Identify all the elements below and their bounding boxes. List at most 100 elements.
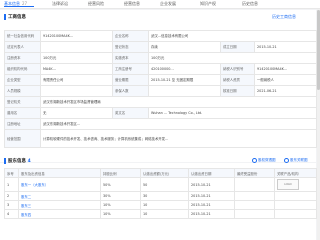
tab-risk[interactable]: 经营风险 (88, 1, 104, 7)
info-key: 法定代表人 (4, 41, 41, 53)
info-key: 统一社会信用代码 (4, 30, 41, 42)
shareholder-date: 2015-10-21 (188, 177, 235, 192)
column-header: 持股比例 (100, 168, 141, 178)
shareholder-ratio: 10% (100, 200, 141, 210)
tab-history[interactable]: 历史信息 (242, 1, 258, 7)
info-key: 核准日期 (220, 85, 255, 97)
tab-ip[interactable]: 知识产权 (200, 1, 216, 7)
info-value: 91420100MA4K... (253, 63, 318, 75)
info-value: 100万元 (147, 52, 318, 64)
company-logo: LOGO (277, 179, 299, 190)
shareholder-row[interactable]: 2 股东二 30% 30 2015-10-21 (4, 191, 317, 201)
shareholder-name[interactable]: 股东一（大股东） (18, 177, 101, 192)
info-value (148, 85, 221, 97)
shareholders-table: 序号 股东及出资信息 持股比例 认缴出资额(万元) 认缴出资日期 最终受益股份 关联产品/机… (4, 168, 317, 219)
shareholder-benefit (234, 200, 275, 210)
info-key: 营业期限 (112, 74, 149, 86)
shareholder-index: 1 (4, 177, 19, 192)
info-row: 企业类型 有限责任公司 营业期限 2015-10-21 至 无固定期限 纳税人资质 一般纳… (4, 74, 318, 86)
column-header: 关联产品/机构 (274, 168, 317, 178)
info-value: Wuhan ... Technology Co., Ltd. (147, 107, 318, 119)
logo-text: LOGO (284, 183, 292, 186)
column-header: 序号 (4, 168, 19, 178)
shareholder-index: 3 (4, 200, 19, 210)
shareholder-date: 2015-10-21 (188, 209, 235, 219)
info-key: 登记机关 (4, 96, 41, 108)
section-marker (4, 14, 6, 20)
info-value: 91420100MA4K... (40, 30, 113, 42)
shareholder-date: 2015-10-21 (188, 200, 235, 210)
info-value: 有限责任公司 (40, 74, 113, 86)
info-key: 参保人数 (112, 85, 149, 97)
info-row: 人员规模 参保人数 核准日期 2021-06-21 (4, 85, 318, 97)
info-row: 组织机构代码 MA4K... 工商注册号 420100000... 纳税人识别号 9142… (4, 63, 318, 75)
info-row: 注册地址 武汉东湖新技术开发区... (4, 118, 318, 130)
info-row: 注册资本 100万元 实缴资本 100万元 (4, 52, 318, 64)
info-value (40, 41, 113, 53)
info-key: 注册地址 (4, 118, 41, 130)
shareholder-name[interactable]: 股东四 (18, 209, 101, 219)
info-key: 曾用名 (4, 107, 41, 119)
shareholder-logo (274, 191, 317, 201)
info-key: 企业名称 (112, 30, 149, 42)
info-key: 成立日期 (220, 41, 255, 53)
shareholder-benefit (234, 191, 275, 201)
column-header: 最终受益股份 (234, 168, 275, 178)
section-marker (4, 158, 6, 164)
equity-chart-button[interactable]: 股权穿透图 (252, 157, 276, 163)
column-header: 认缴出资日期 (188, 168, 235, 178)
info-key: 组织机构代码 (4, 63, 41, 75)
info-value: 无 (40, 107, 113, 119)
shareholder-index: 2 (4, 191, 19, 201)
tab-development[interactable]: 企业发展 (160, 1, 176, 7)
shareholder-ratio: 50% (100, 177, 141, 192)
shareholder-row[interactable]: 3 股东三 10% 10 2015-10-21 (4, 200, 317, 210)
info-value (40, 85, 113, 97)
shareholder-amount: 10 (140, 209, 189, 219)
info-value: 存续 (148, 41, 221, 53)
info-row: 登记机关 武汉东湖新技术开发区市场监督管理局 (4, 96, 318, 108)
shareholders-title-text: 股东信息 (8, 159, 26, 164)
column-header: 认缴出资额(万元) (140, 168, 189, 178)
chart-icon (252, 157, 257, 163)
relation-chart-button[interactable]: 股东关联图 (284, 157, 308, 163)
info-key: 纳税人资质 (220, 74, 255, 86)
shareholder-ratio: 10% (100, 209, 141, 219)
relation-chart-label: 股东关联图 (290, 158, 308, 162)
shareholder-date: 2015-10-21 (188, 191, 235, 201)
info-key: 注册资本 (4, 52, 41, 64)
info-key: 实缴资本 (112, 52, 149, 64)
info-key: 工商注册号 (112, 63, 149, 75)
info-value: 2015-10-21 至 无固定期限 (148, 74, 221, 86)
shareholder-row[interactable]: 1 股东一（大股东） 50% 50 2015-10-21 LOGO (4, 177, 317, 192)
equity-chart-label: 股权穿透图 (258, 158, 276, 162)
info-value: 武汉东湖新技术开发区市场监督管理局 (39, 96, 318, 108)
shareholder-name[interactable]: 股东三 (18, 200, 101, 210)
shareholder-name[interactable]: 股东二 (18, 191, 101, 201)
info-value: 计算机软硬件的技术开发、技术咨询、技术服务；计算机系统集成；网络技术开发… (39, 129, 318, 148)
info-row: 法定代表人 登记状态 存续 成立日期 2015-10-21 (4, 41, 318, 53)
info-value: 100万元 (40, 52, 113, 64)
info-key: 登记状态 (112, 41, 149, 53)
info-row: 曾用名无英文名 Wuhan ... Technology Co., Ltd. (4, 107, 318, 119)
info-row: 统一社会信用代码 91420100MA4K... 企业名称 武汉…信息技术有限公司 (4, 30, 318, 42)
history-business-link[interactable]: 历史工商信息 (272, 14, 296, 20)
shareholders-title: 股东信息 4 (8, 158, 31, 164)
info-key: 纳税人识别号 (220, 63, 255, 75)
shareholder-logo: LOGO (274, 177, 317, 192)
info-value: 一般纳税人 (253, 74, 318, 86)
info-value: 武汉东湖新技术开发区... (39, 118, 318, 130)
info-key: 经营范围 (4, 129, 41, 148)
tab-legal[interactable]: 法律诉讼 (52, 1, 68, 7)
info-key: 人员规模 (4, 85, 41, 97)
info-value: 2015-10-21 (253, 41, 318, 53)
shareholder-logo (274, 209, 317, 219)
column-header: 股东及出资信息 (18, 168, 101, 178)
shareholder-row[interactable]: 4 股东四 10% 10 2015-10-21 (4, 209, 317, 219)
tab-operation[interactable]: 经营信息 (124, 1, 140, 7)
info-key: 企业类型 (4, 74, 41, 86)
business-info-title: 工商信息 (8, 15, 26, 20)
relation-icon (284, 157, 289, 163)
shareholder-amount: 30 (140, 191, 189, 201)
shareholders-count: 4 (27, 159, 31, 164)
